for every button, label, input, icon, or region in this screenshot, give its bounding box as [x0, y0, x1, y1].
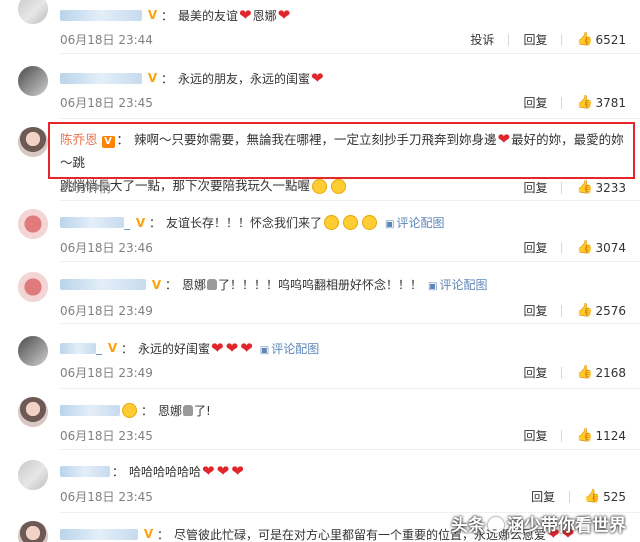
comment-text: 哈哈哈哈哈哈 — [129, 464, 202, 479]
laughing-emoji-icon — [331, 179, 347, 194]
like-count: 525 — [603, 489, 626, 504]
like-thumb-icon[interactable]: 👍 — [584, 489, 600, 504]
reply-link[interactable]: 回复 — [523, 427, 547, 444]
avatar[interactable] — [18, 66, 48, 96]
username-blurred[interactable] — [60, 217, 124, 228]
heart-emoji-icon: ❤ — [202, 462, 215, 480]
like-count: 3781 — [595, 95, 626, 110]
username-blurred[interactable] — [60, 342, 96, 354]
comment-time: 06月18日 23:45 — [60, 490, 153, 504]
username-blurred[interactable] — [60, 9, 142, 21]
like-thumb-icon[interactable]: 👍 — [576, 95, 592, 110]
avatar[interactable] — [18, 209, 48, 239]
comment-text-tail: 恩娜 — [252, 8, 277, 23]
comment-text: 恩娜 — [158, 404, 183, 418]
reply-link[interactable]: 回复 — [523, 94, 547, 111]
crying-emoji-icon — [343, 215, 359, 230]
heart-emoji-icon: ❤ — [211, 339, 224, 357]
verified-icon: V — [147, 8, 158, 22]
like-thumb-icon[interactable]: 👍 — [576, 428, 592, 443]
like-thumb-icon[interactable]: 👍 — [576, 365, 592, 380]
comment-time: 06月18日 23:49 — [60, 304, 153, 318]
comment-text: 辣啊～只要妳需要，無論我在哪裡，一定立刻抄手刀飛奔到妳身邊 — [134, 132, 497, 147]
verified-icon: V — [101, 135, 115, 148]
report-link[interactable]: 投诉 — [470, 31, 494, 48]
like-count: 2576 — [595, 303, 626, 318]
comment-text: 了! — [194, 404, 211, 418]
avatar[interactable] — [18, 0, 48, 24]
heart-emoji-icon: ❤ — [277, 6, 291, 24]
reply-link[interactable]: 回复 — [523, 179, 547, 196]
watermark: 头条 涵少带你看世界 — [451, 516, 626, 536]
avatar[interactable] — [18, 336, 48, 366]
crying-emoji-icon — [362, 215, 378, 230]
like-thumb-icon[interactable]: 👍 — [576, 180, 592, 195]
comment-image-link[interactable]: 评论配图 — [385, 214, 444, 231]
avatar[interactable] — [18, 272, 48, 302]
crying-emoji-icon — [324, 215, 340, 230]
username-blurred[interactable] — [60, 528, 138, 540]
heart-emoji-icon: ❤ — [311, 69, 324, 87]
comment-image-link[interactable]: 评论配图 — [428, 276, 488, 293]
like-thumb-icon[interactable]: 👍 — [576, 240, 592, 255]
avatar[interactable] — [18, 521, 48, 542]
lock-emoji-icon — [207, 279, 218, 290]
username-blurred[interactable] — [60, 279, 146, 290]
like-count: 3074 — [595, 240, 626, 255]
comment-time: 23分钟前 — [60, 181, 112, 195]
lock-emoji-icon — [183, 405, 194, 416]
comment-time: 06月18日 23:49 — [60, 366, 153, 380]
like-count: 1124 — [595, 428, 626, 443]
comment-text: 最美的友谊 — [178, 8, 239, 23]
reply-link[interactable]: 回复 — [523, 364, 547, 381]
reply-link[interactable]: 回复 — [523, 239, 547, 256]
comment-text: 永远的朋友，永远的闺蜜 — [178, 71, 311, 86]
username-blurred[interactable] — [60, 72, 142, 84]
comment-text: 友谊长存！！！怀念我们来了 — [166, 216, 323, 230]
avatar[interactable] — [18, 397, 48, 427]
comment-text: 了！！！！呜呜呜翻相册好怀念！！！ — [218, 278, 423, 292]
heart-eyes-emoji-icon — [122, 403, 137, 418]
comment-time: 06月18日 23:44 — [60, 33, 153, 47]
heart-emoji-icon: ❤ — [216, 462, 230, 480]
like-thumb-icon[interactable]: 👍 — [576, 32, 592, 47]
username[interactable]: 陈乔恩 — [60, 132, 98, 147]
comment-text: 永远的好闺蜜 — [138, 341, 211, 356]
like-count: 3233 — [595, 180, 626, 195]
verified-icon: V — [151, 277, 162, 292]
verified-icon: V — [143, 527, 154, 541]
watermark-icon — [488, 517, 504, 533]
avatar[interactable] — [18, 127, 48, 157]
heart-emoji-icon: ❤ — [225, 339, 239, 357]
reply-link[interactable]: 回复 — [531, 488, 555, 505]
comment-text: 恩娜 — [182, 278, 207, 292]
heart-emoji-icon: ❤ — [497, 130, 511, 148]
verified-icon: V — [107, 341, 118, 355]
comment-time: 06月18日 23:45 — [60, 429, 153, 443]
verified-icon: V — [147, 71, 158, 85]
reply-link[interactable]: 回复 — [523, 302, 547, 319]
heart-emoji-icon: ❤ — [239, 6, 252, 24]
like-count: 2168 — [595, 365, 626, 380]
comment-time: 06月18日 23:46 — [60, 241, 153, 255]
reply-link[interactable]: 回复 — [523, 31, 547, 48]
username-blurred[interactable] — [60, 465, 110, 477]
heart-emoji-icon: ❤ — [240, 339, 253, 357]
tongue-emoji-icon — [312, 179, 328, 194]
verified-icon: V — [135, 215, 146, 230]
like-count: 6521 — [595, 32, 626, 47]
like-thumb-icon[interactable]: 👍 — [576, 303, 592, 318]
comment-image-link[interactable]: 评论配图 — [260, 340, 319, 357]
avatar[interactable] — [18, 460, 48, 490]
comment-time: 06月18日 23:45 — [60, 96, 153, 110]
heart-emoji-icon: ❤ — [231, 462, 244, 480]
username-blurred[interactable] — [60, 405, 120, 416]
